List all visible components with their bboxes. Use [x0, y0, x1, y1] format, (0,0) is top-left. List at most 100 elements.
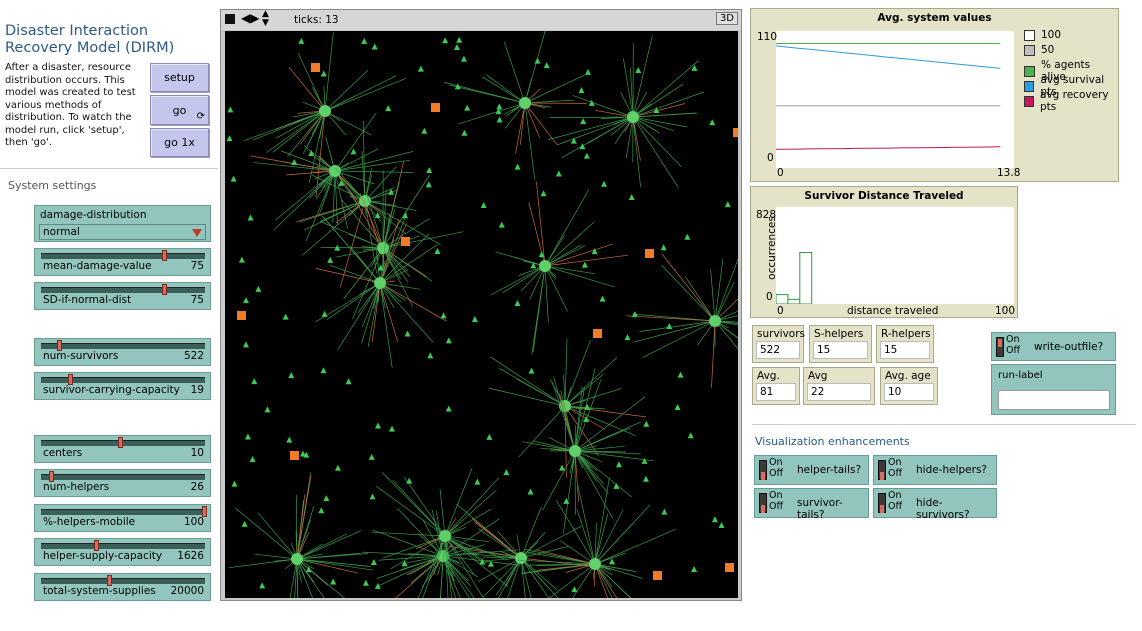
run-label-input[interactable] — [998, 390, 1110, 410]
3d-view-button[interactable]: 3D — [715, 12, 738, 25]
left-right-arrows-icon[interactable]: ◀▶ — [241, 11, 259, 25]
survivor-agent — [259, 582, 266, 589]
survivor-agent — [445, 405, 452, 412]
slider-total-system-supplies[interactable]: total-system-supplies 20000 — [34, 573, 211, 601]
x-min-label: 0 — [777, 167, 784, 179]
survivor-agent — [571, 586, 578, 593]
helper-tail — [572, 563, 596, 598]
divider — [752, 424, 1136, 425]
helper-tail — [711, 320, 716, 388]
slider-sd-if-normal-dist[interactable]: SD-if-normal-dist 75 — [34, 282, 211, 310]
slider-track[interactable] — [41, 287, 205, 293]
survivor-agent — [362, 579, 369, 586]
helper-tail — [482, 76, 526, 104]
switch-label: survivor-tails? — [797, 497, 843, 521]
survivor-agent — [371, 43, 378, 50]
survivor-agent — [370, 559, 377, 566]
switch-track — [759, 493, 767, 513]
helper-tail — [544, 254, 629, 267]
survivor-agent — [299, 450, 306, 457]
y-max-label: 110 — [757, 31, 778, 43]
y-min-label: 0 — [766, 291, 773, 303]
go-button[interactable]: go ⟳ — [150, 95, 209, 125]
slider-knob[interactable] — [118, 437, 124, 448]
slider-track[interactable] — [41, 543, 205, 549]
survivor-agent — [456, 36, 463, 43]
helper-tail — [498, 367, 566, 407]
legend-item: 50 — [1024, 44, 1054, 56]
helper-hub — [291, 553, 303, 565]
legend-item: avg recovery pts — [1024, 89, 1118, 113]
setup-button[interactable]: setup — [150, 63, 209, 92]
helper-tail — [661, 253, 716, 322]
survivor-agent — [426, 167, 433, 174]
slider-value: 26 — [190, 481, 204, 493]
slider-helper-supply-capacity[interactable]: helper-supply-capacity 1626 — [34, 538, 211, 566]
plot-title: Survivor Distance Traveled — [804, 190, 964, 202]
damage-distribution-chooser[interactable]: damage-distribution normal — [34, 205, 211, 242]
slider-num-helpers[interactable]: num-helpers 26 — [34, 469, 211, 497]
helper-tail — [542, 450, 576, 511]
visualization-label: Visualization enhancements — [755, 435, 910, 448]
helper-tail — [531, 265, 546, 355]
slider-survivor-carrying-capacity[interactable]: survivor-carrying-capacity 19 — [34, 372, 211, 400]
resize-icon[interactable] — [225, 14, 235, 24]
survivor-agent — [580, 118, 587, 125]
slider-num-survivors[interactable]: num-survivors 522 — [34, 338, 211, 366]
helper-tails-switch[interactable]: On Off helper-tails? — [754, 455, 869, 485]
survivor-agent — [534, 57, 541, 64]
survivor-agent — [350, 148, 357, 155]
survivor-agent — [540, 190, 547, 197]
switch-track — [878, 460, 886, 480]
monitor-label: Avg. age — [885, 370, 931, 382]
switch-knob — [761, 472, 765, 480]
helper-tail — [561, 116, 634, 159]
survivor-tails-switch[interactable]: On Off survivor-tails? — [754, 488, 869, 521]
helper-tail — [544, 244, 581, 267]
survivor-agent — [323, 495, 330, 502]
slider-track[interactable] — [41, 343, 205, 349]
slider--helpers-mobile[interactable]: %-helpers-mobile 100 — [34, 504, 211, 532]
survivor-agent — [691, 566, 698, 573]
slider-track[interactable] — [41, 578, 205, 584]
supply-center — [733, 128, 738, 137]
world-canvas[interactable] — [225, 31, 738, 598]
slider-knob[interactable] — [161, 250, 167, 261]
helper-tail — [444, 467, 473, 537]
slider-value: 75 — [190, 294, 204, 306]
survivor-agent — [496, 116, 503, 123]
helper-tail — [379, 282, 393, 369]
survivor-agent — [641, 457, 648, 464]
model-title: Disaster Interaction Recovery Model (DIR… — [5, 23, 175, 56]
slider-track[interactable] — [41, 253, 205, 259]
survivor-agent — [251, 378, 258, 385]
helper-tail — [594, 528, 676, 565]
helper-hub — [539, 260, 551, 272]
chooser-value[interactable]: normal — [39, 224, 206, 240]
go-once-button[interactable]: go 1x — [150, 128, 209, 157]
slider-track[interactable] — [41, 474, 205, 480]
slider-track[interactable] — [41, 509, 205, 515]
survivor-agent — [666, 322, 673, 329]
helper-tail — [444, 477, 500, 537]
slider-track[interactable] — [41, 377, 205, 383]
survivor-agent — [528, 367, 535, 374]
survivor-agent — [624, 334, 631, 341]
switch-on-label: On — [888, 490, 902, 501]
helper-tail — [632, 116, 674, 131]
hide-helpers-switch[interactable]: On Off hide-helpers? — [873, 455, 997, 485]
slider-value: 100 — [183, 516, 204, 528]
helper-tail — [661, 264, 716, 322]
slider-mean-damage-value[interactable]: mean-damage-value 75 — [34, 248, 211, 276]
up-down-arrows-icon[interactable]: ▲ ▼ — [262, 10, 269, 28]
helper-tail — [524, 31, 546, 104]
survivor-agent — [291, 158, 298, 165]
slider-knob[interactable] — [161, 284, 167, 295]
plot-title: Avg. system values — [877, 12, 992, 24]
hide-survivors-switch[interactable]: On Off hide-survivors? — [873, 488, 997, 521]
supply-center — [401, 237, 410, 246]
write-outfile-switch[interactable]: On Off write-outfile? — [991, 332, 1116, 361]
monitor-survivors: survivors 522 — [752, 325, 805, 363]
slider-centers[interactable]: centers 10 — [34, 435, 211, 463]
survivor-agent — [471, 316, 478, 323]
